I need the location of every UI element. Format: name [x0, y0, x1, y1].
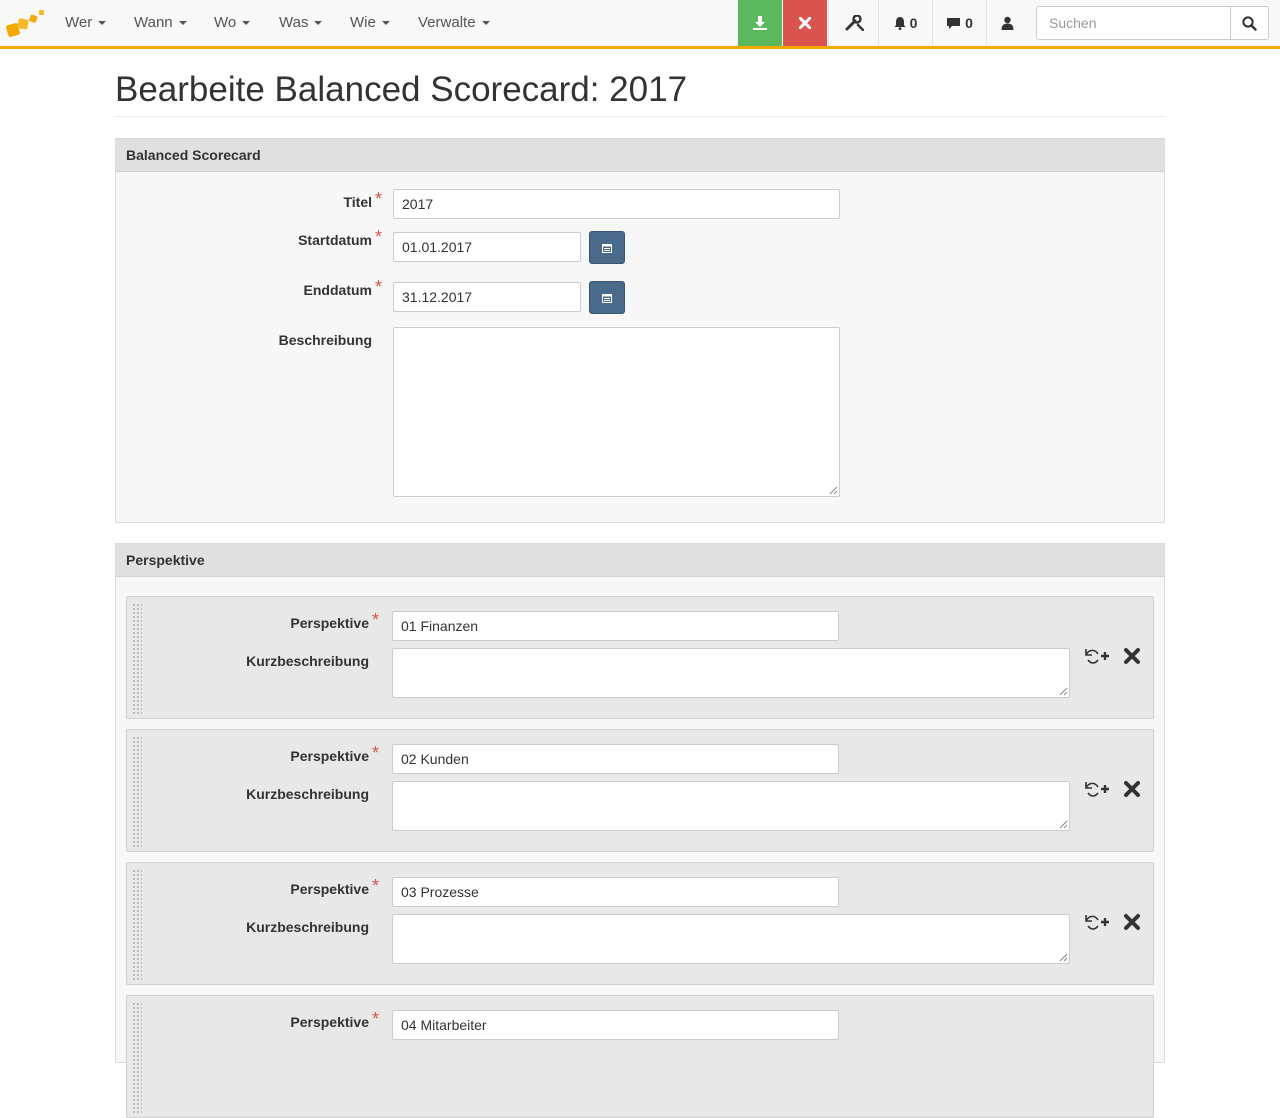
drag-handle-icon[interactable] — [132, 736, 142, 847]
calendar-icon — [602, 243, 612, 253]
required-marker: * — [375, 277, 383, 297]
scorecard-panel: Balanced Scorecard Titel * 2017 Startdat… — [115, 138, 1165, 523]
perspektive-panel-heading: Perspektive — [116, 544, 1164, 577]
resize-grip-icon[interactable] — [1058, 819, 1068, 829]
perspektive-item: Perspektive * 04 Mitarbeiter — [126, 995, 1154, 1118]
perspektive-label: Perspektive — [290, 1014, 369, 1030]
search-button[interactable] — [1230, 7, 1268, 39]
required-marker: * — [372, 876, 380, 896]
startdatum-label: Startdatum — [298, 232, 372, 248]
caret-down-icon — [314, 21, 323, 26]
wrench-icon — [845, 15, 864, 31]
perspektive-label: Perspektive — [290, 748, 369, 764]
top-navbar: Wer Wann Wo Was Wie Verwalte 0 0 Suchen — [0, 0, 1280, 49]
required-marker: * — [375, 189, 383, 209]
beschreibung-textarea[interactable] — [393, 327, 840, 497]
cancel-button[interactable] — [783, 0, 827, 46]
enddatum-field[interactable]: 31.12.2017 — [393, 282, 581, 312]
messages-button[interactable]: 0 — [932, 0, 986, 46]
perspektive-item: Perspektive * 02 Kunden Kurzbeschreibung — [126, 729, 1154, 852]
delete-icon[interactable] — [1122, 779, 1142, 799]
required-marker: * — [375, 227, 383, 247]
perspektive-label: Perspektive — [290, 881, 369, 897]
drag-handle-icon[interactable] — [132, 1002, 142, 1113]
kurzbeschreibung-textarea[interactable] — [392, 648, 1070, 698]
search-box — [1036, 6, 1269, 40]
menu-was[interactable]: Was — [279, 0, 323, 46]
menu-wie[interactable]: Wie — [350, 0, 390, 46]
startdatum-field[interactable]: 01.01.2017 — [393, 232, 581, 262]
page-title: Bearbeite Balanced Scorecard: 2017 — [115, 70, 688, 109]
messages-count: 0 — [965, 15, 973, 31]
bell-icon — [894, 17, 906, 30]
caret-down-icon — [381, 21, 390, 26]
menu-wie-label: Wie — [350, 14, 376, 31]
perspektive-field[interactable]: 01 Finanzen — [392, 611, 839, 641]
titel-label: Titel — [343, 194, 372, 210]
required-marker: * — [372, 743, 380, 763]
kurzbeschreibung-label: Kurzbeschreibung — [246, 919, 369, 935]
perspektive-panel: Perspektive Perspektive * 01 Finanzen Ku… — [115, 543, 1165, 1118]
perspektive-field[interactable]: 04 Mitarbeiter — [392, 1010, 839, 1040]
add-sub-item-icon[interactable] — [1083, 911, 1111, 933]
caret-down-icon — [242, 21, 251, 26]
title-divider — [115, 116, 1165, 117]
caret-down-icon — [481, 21, 490, 26]
perspektive-field[interactable]: 03 Prozesse — [392, 877, 839, 907]
user-icon — [1001, 16, 1014, 30]
save-button[interactable] — [738, 0, 782, 46]
titel-field[interactable]: 2017 — [393, 189, 840, 219]
drag-handle-icon[interactable] — [132, 869, 142, 980]
settings-button[interactable] — [828, 0, 878, 46]
menu-wer-label: Wer — [65, 14, 93, 31]
comment-icon — [947, 17, 961, 29]
app-logo[interactable] — [4, 6, 48, 42]
menu-wo[interactable]: Wo — [214, 0, 251, 46]
perspektive-item: Perspektive * 01 Finanzen Kurzbeschreibu… — [126, 596, 1154, 719]
perspektive-label: Perspektive — [290, 615, 369, 631]
delete-icon[interactable] — [1122, 912, 1142, 932]
menu-wer[interactable]: Wer — [65, 0, 107, 46]
caret-down-icon — [98, 21, 107, 26]
required-marker: * — [372, 1009, 380, 1029]
delete-icon[interactable] — [1122, 646, 1142, 666]
menu-wo-label: Wo — [214, 14, 237, 31]
menu-was-label: Was — [279, 14, 309, 31]
user-menu-button[interactable] — [986, 0, 1028, 46]
resize-grip-icon[interactable] — [1058, 952, 1068, 962]
search-input[interactable] — [1037, 7, 1232, 39]
kurzbeschreibung-textarea[interactable] — [392, 914, 1070, 964]
resize-grip-icon[interactable] — [828, 485, 838, 495]
notifications-button[interactable]: 0 — [878, 0, 932, 46]
notifications-count: 0 — [909, 15, 918, 31]
beschreibung-label: Beschreibung — [278, 332, 372, 348]
required-marker: * — [372, 610, 380, 630]
enddatum-calendar-button[interactable] — [589, 281, 625, 314]
close-icon — [799, 17, 811, 29]
perspektive-field[interactable]: 02 Kunden — [392, 744, 839, 774]
search-icon — [1242, 15, 1257, 31]
menu-wann-label: Wann — [134, 14, 173, 31]
resize-grip-icon[interactable] — [1058, 686, 1068, 696]
kurzbeschreibung-label: Kurzbeschreibung — [246, 653, 369, 669]
enddatum-label: Enddatum — [303, 282, 372, 298]
caret-down-icon — [178, 21, 187, 26]
calendar-icon — [602, 293, 612, 303]
menu-verwalte[interactable]: Verwalte — [418, 0, 490, 46]
drag-handle-icon[interactable] — [132, 603, 142, 714]
add-sub-item-icon[interactable] — [1083, 645, 1111, 667]
perspektive-item: Perspektive * 03 Prozesse Kurzbeschreibu… — [126, 862, 1154, 985]
scorecard-panel-heading: Balanced Scorecard — [116, 139, 1164, 172]
add-sub-item-icon[interactable] — [1083, 778, 1111, 800]
menu-wann[interactable]: Wann — [134, 0, 187, 46]
startdatum-calendar-button[interactable] — [589, 231, 625, 264]
menu-verwalte-label: Verwalte — [418, 14, 476, 31]
download-icon — [753, 16, 767, 30]
kurzbeschreibung-textarea[interactable] — [392, 781, 1070, 831]
kurzbeschreibung-label: Kurzbeschreibung — [246, 786, 369, 802]
